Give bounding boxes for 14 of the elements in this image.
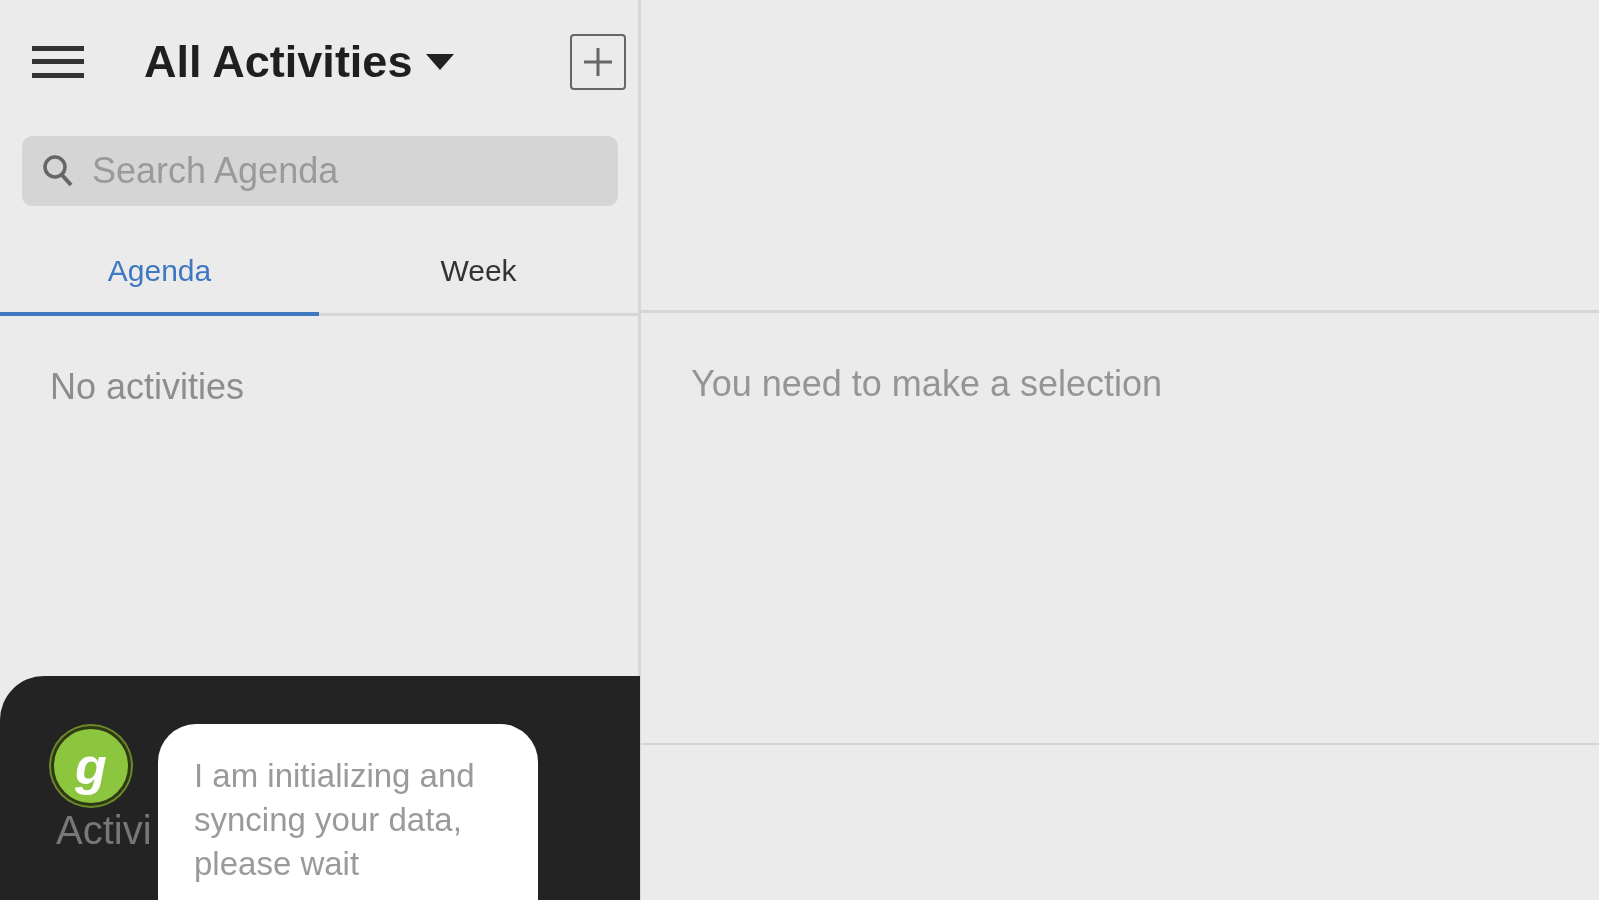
caret-icon <box>426 54 455 70</box>
empty-message: No activities <box>50 366 246 408</box>
tab[interactable]: Week <box>319 240 638 316</box>
assistant-avatar: g <box>51 726 131 806</box>
search-field[interactable]: Search Agenda <box>22 136 618 206</box>
view-dropdown[interactable]: All Activities <box>144 36 455 88</box>
panel-label: Activi <box>56 808 152 853</box>
search-icon <box>42 154 74 188</box>
message-bubble: I am initializing and syncing your data, please wait <box>158 724 538 900</box>
menu-icon[interactable] <box>32 44 84 80</box>
tab[interactable]: Agenda <box>0 240 319 316</box>
empty-message: You need to make a selection <box>691 363 1162 404</box>
add-icon[interactable] <box>570 34 626 90</box>
search-input[interactable]: Search Agenda <box>92 136 598 206</box>
